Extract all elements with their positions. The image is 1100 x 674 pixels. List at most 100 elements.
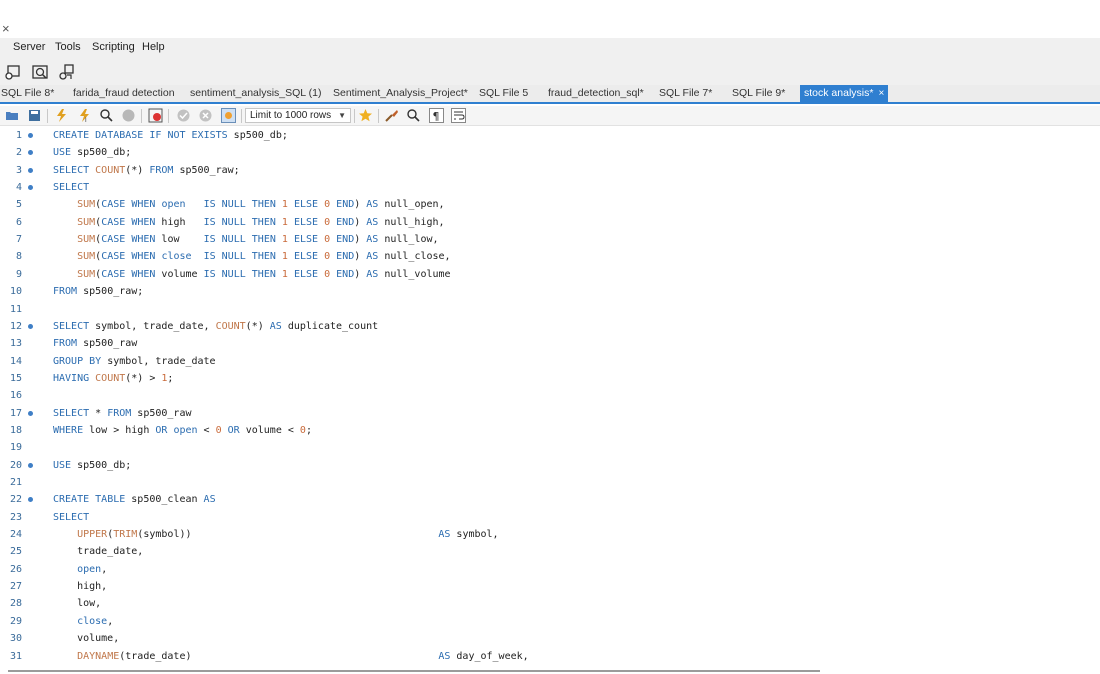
code-text: SELECT COUNT(*) FROM sp500_raw; xyxy=(53,164,240,176)
tab-farida-fraud-detection[interactable]: farida_fraud detection xyxy=(73,85,175,102)
line-number: 28 xyxy=(9,598,22,610)
code-line[interactable]: 1 CREATE DATABASE IF NOT EXISTS sp500_db; xyxy=(0,127,1100,144)
code-line[interactable]: 15 HAVING COUNT(*) > 1; xyxy=(0,370,1100,387)
code-text: SELECT symbol, trade_date, COUNT(*) AS d… xyxy=(53,320,379,332)
execute-icon[interactable] xyxy=(54,108,69,123)
code-line[interactable]: 8 SUM(CASE WHEN close IS NULL THEN 1 ELS… xyxy=(0,248,1100,265)
line-number: 16 xyxy=(9,390,22,402)
limit-rows-select[interactable]: Limit to 1000 rows ▼ xyxy=(245,108,351,123)
tab-fraud-detection-sql[interactable]: fraud_detection_sql* xyxy=(548,85,644,102)
save-icon[interactable] xyxy=(27,108,42,123)
code-line[interactable]: 10 FROM sp500_raw; xyxy=(0,283,1100,300)
autocommit-icon[interactable] xyxy=(221,108,236,123)
code-line[interactable]: 4 SELECT xyxy=(0,179,1100,196)
line-number: 7 xyxy=(15,234,22,246)
execute-current-icon[interactable]: I xyxy=(77,108,92,123)
tab-sql-file-8[interactable]: SQL File 8* xyxy=(1,85,54,102)
line-number: 2 xyxy=(15,147,22,159)
close-icon[interactable]: × xyxy=(2,22,10,36)
code-line[interactable]: 31 DAYNAME(trade_date) AS day_of_week, xyxy=(0,648,1100,665)
code-line[interactable]: 12 SELECT symbol, trade_date, COUNT(*) AS… xyxy=(0,318,1100,335)
menu-help[interactable]: Help xyxy=(142,41,165,53)
code-line[interactable]: 26 open, xyxy=(0,561,1100,578)
code-line[interactable]: 22 CREATE TABLE sp500_clean AS xyxy=(0,491,1100,508)
code-line[interactable]: 7 SUM(CASE WHEN low IS NULL THEN 1 ELSE … xyxy=(0,231,1100,248)
tab-stock-analysis-label: stock analysis* xyxy=(804,87,874,99)
code-line[interactable]: 20 USE sp500_db; xyxy=(0,457,1100,474)
sql-editor[interactable]: 1 CREATE DATABASE IF NOT EXISTS sp500_db;… xyxy=(0,127,1100,669)
explain-icon[interactable] xyxy=(99,108,114,123)
tab-sentiment-analysis-project[interactable]: Sentiment_Analysis_Project* xyxy=(333,85,468,102)
statement-marker-icon xyxy=(28,410,33,416)
code-text: SELECT xyxy=(53,182,90,194)
code-line[interactable]: 14 GROUP BY symbol, trade_date xyxy=(0,353,1100,370)
tab-stock-analysis[interactable]: stock analysis* × xyxy=(800,85,889,102)
toggle-error-icon[interactable] xyxy=(148,108,163,123)
code-line[interactable]: 21 xyxy=(0,474,1100,491)
code-line[interactable]: 28 low, xyxy=(0,595,1100,612)
code-line[interactable]: 13 FROM sp500_raw xyxy=(0,335,1100,352)
line-number: 29 xyxy=(9,615,22,627)
open-folder-icon[interactable] xyxy=(5,108,20,123)
tab-close-icon[interactable]: × xyxy=(878,88,884,99)
code-line[interactable]: 16 xyxy=(0,387,1100,404)
code-line[interactable]: 18 WHERE low > high OR open < 0 OR volume… xyxy=(0,422,1100,439)
code-text: WHERE low > high OR open < 0 OR volume <… xyxy=(53,424,312,436)
code-line[interactable]: 9 SUM(CASE WHEN volume IS NULL THEN 1 EL… xyxy=(0,266,1100,283)
code-text: close, xyxy=(77,615,114,627)
code-line[interactable]: 23 SELECT xyxy=(0,509,1100,526)
code-line[interactable]: 25 trade_date, xyxy=(0,543,1100,560)
menu-tools[interactable]: Tools xyxy=(55,41,81,53)
code-line[interactable]: 6 SUM(CASE WHEN high IS NULL THEN 1 ELSE… xyxy=(0,214,1100,231)
line-number: 15 xyxy=(9,372,22,384)
word-wrap-icon[interactable] xyxy=(451,108,466,123)
rollback-icon[interactable] xyxy=(198,108,213,123)
toolbar-separator xyxy=(241,109,242,123)
line-number: 12 xyxy=(9,320,22,332)
line-number: 8 xyxy=(15,251,22,263)
code-line[interactable]: 29 close, xyxy=(0,613,1100,630)
code-text: DAYNAME(trade_date) AS day_of_week, xyxy=(77,650,529,662)
menu-scripting[interactable]: Scripting xyxy=(92,41,135,53)
code-line[interactable]: 19 xyxy=(0,439,1100,456)
toolbar-separator xyxy=(354,109,355,123)
beautify-icon[interactable] xyxy=(384,108,399,123)
code-line[interactable]: 3 SELECT COUNT(*) FROM sp500_raw; xyxy=(0,162,1100,179)
migrate-icon[interactable] xyxy=(58,63,76,81)
code-text: CREATE DATABASE IF NOT EXISTS sp500_db; xyxy=(53,130,288,141)
line-number: 17 xyxy=(9,407,22,419)
line-number: 10 xyxy=(9,286,22,298)
line-number: 21 xyxy=(9,477,22,488)
tab-sql-file-5[interactable]: SQL File 5 xyxy=(479,85,528,102)
code-text: GROUP BY symbol, trade_date xyxy=(53,355,216,367)
line-number: 22 xyxy=(9,494,22,506)
statement-marker-icon xyxy=(28,133,33,138)
code-line[interactable]: 27 high, xyxy=(0,578,1100,595)
tab-sql-file-9[interactable]: SQL File 9* xyxy=(732,85,785,102)
code-line[interactable]: 2 USE sp500_db; xyxy=(0,144,1100,161)
code-line[interactable]: 30 volume, xyxy=(0,630,1100,647)
menu-server[interactable]: Server xyxy=(13,41,45,53)
code-line[interactable]: 24 UPPER(TRIM(symbol)) AS symbol, xyxy=(0,526,1100,543)
new-connection-icon[interactable] xyxy=(4,63,22,81)
code-line[interactable]: 17 SELECT * FROM sp500_raw xyxy=(0,405,1100,422)
editor-toolbar: I Limit to 1000 rows ▼ ¶ xyxy=(0,106,1100,126)
toolbar-separator xyxy=(47,109,48,123)
code-text: CREATE TABLE sp500_clean AS xyxy=(53,494,216,506)
horizontal-scrollbar[interactable] xyxy=(8,670,820,672)
code-text: SUM(CASE WHEN high IS NULL THEN 1 ELSE 0… xyxy=(77,216,445,228)
code-line[interactable]: 11 xyxy=(0,301,1100,318)
limit-rows-label: Limit to 1000 rows xyxy=(250,110,332,121)
add-snippet-icon[interactable] xyxy=(358,108,373,123)
commit-icon[interactable] xyxy=(176,108,191,123)
line-number: 25 xyxy=(9,546,22,558)
stop-icon[interactable] xyxy=(121,108,136,123)
code-text: HAVING COUNT(*) > 1; xyxy=(53,372,174,384)
find-icon[interactable] xyxy=(406,108,421,123)
inspect-icon[interactable] xyxy=(31,63,49,81)
code-line[interactable]: 5 SUM(CASE WHEN open IS NULL THEN 1 ELSE… xyxy=(0,196,1100,213)
tab-sql-file-7[interactable]: SQL File 7* xyxy=(659,85,712,102)
invisible-chars-icon[interactable]: ¶ xyxy=(429,108,444,123)
tab-sentiment-analysis-sql[interactable]: sentiment_analysis_SQL (1) xyxy=(190,85,322,102)
line-number: 18 xyxy=(9,424,22,436)
